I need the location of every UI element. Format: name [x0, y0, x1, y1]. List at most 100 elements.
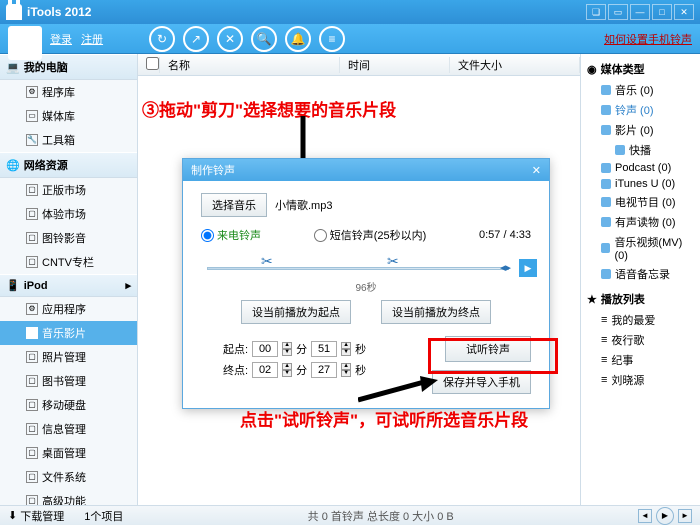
- end-handle-icon[interactable]: ◂▸: [500, 261, 511, 274]
- download-manager[interactable]: 下载管理: [20, 508, 64, 524]
- scissor-start-icon[interactable]: ✂: [261, 253, 273, 270]
- sidebar-section-network[interactable]: 🌐 网络资源: [0, 152, 137, 178]
- media-audiobook[interactable]: 有声读物 (0): [585, 212, 696, 232]
- playlist-header: ★ 播放列表: [585, 288, 696, 310]
- start-sec-input[interactable]: [311, 341, 337, 357]
- register-link[interactable]: 注册: [81, 34, 103, 46]
- close-icon[interactable]: ✕: [674, 4, 694, 20]
- itunesu-icon: [601, 179, 611, 189]
- sidebar-item-info[interactable]: ▢信息管理: [0, 417, 137, 441]
- book-icon: [601, 217, 611, 227]
- play-button[interactable]: ▶: [519, 259, 537, 277]
- radio-sms-ringtone[interactable]: 短信铃声(25秒以内): [314, 227, 427, 243]
- sidebar-item-library[interactable]: ⚙程序库: [0, 80, 137, 104]
- radio-call-ringtone[interactable]: 来电铃声: [201, 227, 261, 243]
- playlist-item[interactable]: ≡ 夜行歌: [585, 330, 696, 350]
- login-link[interactable]: 登录: [50, 34, 72, 46]
- maximize-icon[interactable]: □: [652, 4, 672, 20]
- help-link[interactable]: 如何设置手机铃声: [604, 31, 692, 47]
- search-icon[interactable]: 🔍: [251, 26, 277, 52]
- sidebar-item-ringtone-media[interactable]: ▢图铃影音: [0, 226, 137, 250]
- media-podcast[interactable]: Podcast (0): [585, 160, 696, 176]
- feedback-icon[interactable]: ❏: [586, 4, 606, 20]
- spin-up-icon[interactable]: ▲: [282, 342, 292, 349]
- spin-down-icon[interactable]: ▼: [341, 349, 351, 356]
- sidebar-item-advanced[interactable]: ▢高级功能: [0, 489, 137, 505]
- listen-button[interactable]: 试听铃声: [445, 336, 531, 362]
- select-all-checkbox[interactable]: [146, 57, 159, 70]
- media-tv[interactable]: 电视节目 (0): [585, 192, 696, 212]
- col-size[interactable]: 文件大小: [450, 57, 580, 73]
- media-video-sub[interactable]: 快播: [585, 140, 696, 160]
- delete-icon[interactable]: ✕: [217, 26, 243, 52]
- sidebar-item-filesystem[interactable]: ▢文件系统: [0, 465, 137, 489]
- export-icon[interactable]: ↗: [183, 26, 209, 52]
- end-min-input[interactable]: [252, 362, 278, 378]
- save-import-button[interactable]: 保存并导入手机: [432, 370, 531, 394]
- statusbar: ⬇ 下载管理 1个项目 共 0 首铃声 总长度 0 大小 0 B ◄ ▶ ►: [0, 505, 700, 525]
- sidebar-item-desktop[interactable]: ▢桌面管理: [0, 441, 137, 465]
- chosen-filename: 小情歌.mp3: [275, 197, 332, 213]
- sidebar-item-books[interactable]: ▢图书管理: [0, 369, 137, 393]
- media-type-header: ◉ 媒体类型: [585, 58, 696, 80]
- media-video[interactable]: 影片 (0): [585, 120, 696, 140]
- playlist-item[interactable]: ≡ 刘晓源: [585, 370, 696, 390]
- spin-down-icon[interactable]: ▼: [282, 370, 292, 377]
- playpause-button[interactable]: ▶: [656, 507, 674, 525]
- start-min-input[interactable]: [252, 341, 278, 357]
- set-end-button[interactable]: 设当前播放为终点: [381, 300, 491, 324]
- dialog-titlebar: 制作铃声 ✕: [183, 159, 549, 181]
- ringtone-icon[interactable]: 🔔: [285, 26, 311, 52]
- playlist-item[interactable]: ≡ 我的最爱: [585, 310, 696, 330]
- col-time[interactable]: 时间: [340, 57, 450, 73]
- sidebar-item-apps[interactable]: ⚙应用程序: [0, 297, 137, 321]
- photo-icon: ▢: [26, 351, 38, 363]
- spin-down-icon[interactable]: ▼: [341, 370, 351, 377]
- dialog-close-icon[interactable]: ✕: [532, 164, 541, 177]
- book-icon: ▢: [26, 375, 38, 387]
- folder-icon: ▢: [26, 471, 38, 483]
- sidebar-item-media[interactable]: ▭媒体库: [0, 104, 137, 128]
- sidebar-item-market[interactable]: ▢正版市场: [0, 178, 137, 202]
- spin-up-icon[interactable]: ▲: [282, 363, 292, 370]
- minimize-icon[interactable]: —: [630, 4, 650, 20]
- choose-music-button[interactable]: 选择音乐: [201, 193, 267, 217]
- spin-up-icon[interactable]: ▲: [341, 342, 351, 349]
- sidebar-section-ipod[interactable]: 📱 iPod ▸: [0, 274, 137, 297]
- next-button[interactable]: ►: [678, 509, 692, 523]
- info-icon: ▢: [26, 423, 38, 435]
- video-icon: [601, 125, 611, 135]
- download-icon[interactable]: ⬇: [8, 509, 17, 522]
- sidebar-item-photos[interactable]: ▢照片管理: [0, 345, 137, 369]
- sidebar-item-trial[interactable]: ▢体验市场: [0, 202, 137, 226]
- adv-icon: ▢: [26, 495, 38, 505]
- timeline[interactable]: ✂ ✂ ◂▸ ▶: [201, 253, 531, 281]
- playlist-item[interactable]: ≡ 纪事: [585, 350, 696, 370]
- scissor-end-icon[interactable]: ✂: [387, 253, 399, 270]
- sidebar-item-music-video[interactable]: ♪音乐影片: [0, 321, 137, 345]
- content-area: ③拖动"剪刀"选择想要的音乐片段 制作铃声 ✕ 选择音乐 小情歌.mp3 来电铃…: [138, 76, 580, 505]
- media-itunesu[interactable]: iTunes U (0): [585, 176, 696, 192]
- track-time: 0:57 / 4:33: [479, 229, 531, 241]
- main-toolbar: ↻ ↗ ✕ 🔍 🔔 ≡: [149, 26, 345, 52]
- sidebar-item-disk[interactable]: ▢移动硬盘: [0, 393, 137, 417]
- end-sec-input[interactable]: [311, 362, 337, 378]
- media-ringtone[interactable]: 铃声 (0): [585, 100, 696, 120]
- window-controls: ❏ ▭ — □ ✕: [586, 4, 694, 20]
- app-title: iTools 2012: [27, 5, 91, 19]
- track[interactable]: [207, 267, 509, 270]
- sidebar-item-cntv[interactable]: ▢CNTV专栏: [0, 250, 137, 274]
- spin-down-icon[interactable]: ▼: [282, 349, 292, 356]
- refresh-icon[interactable]: ↻: [149, 26, 175, 52]
- set-start-button[interactable]: 设当前播放为起点: [241, 300, 351, 324]
- media-music[interactable]: 音乐 (0): [585, 80, 696, 100]
- prev-button[interactable]: ◄: [638, 509, 652, 523]
- media-voice[interactable]: 语音备忘录: [585, 264, 696, 284]
- col-name[interactable]: 名称: [160, 57, 340, 73]
- list-icon[interactable]: ≡: [319, 26, 345, 52]
- skin-icon[interactable]: ▭: [608, 4, 628, 20]
- play-icon: [615, 145, 625, 155]
- spin-up-icon[interactable]: ▲: [341, 363, 351, 370]
- sidebar-item-tools[interactable]: 🔧工具箱: [0, 128, 137, 152]
- media-mv[interactable]: 音乐视频(MV) (0): [585, 232, 696, 264]
